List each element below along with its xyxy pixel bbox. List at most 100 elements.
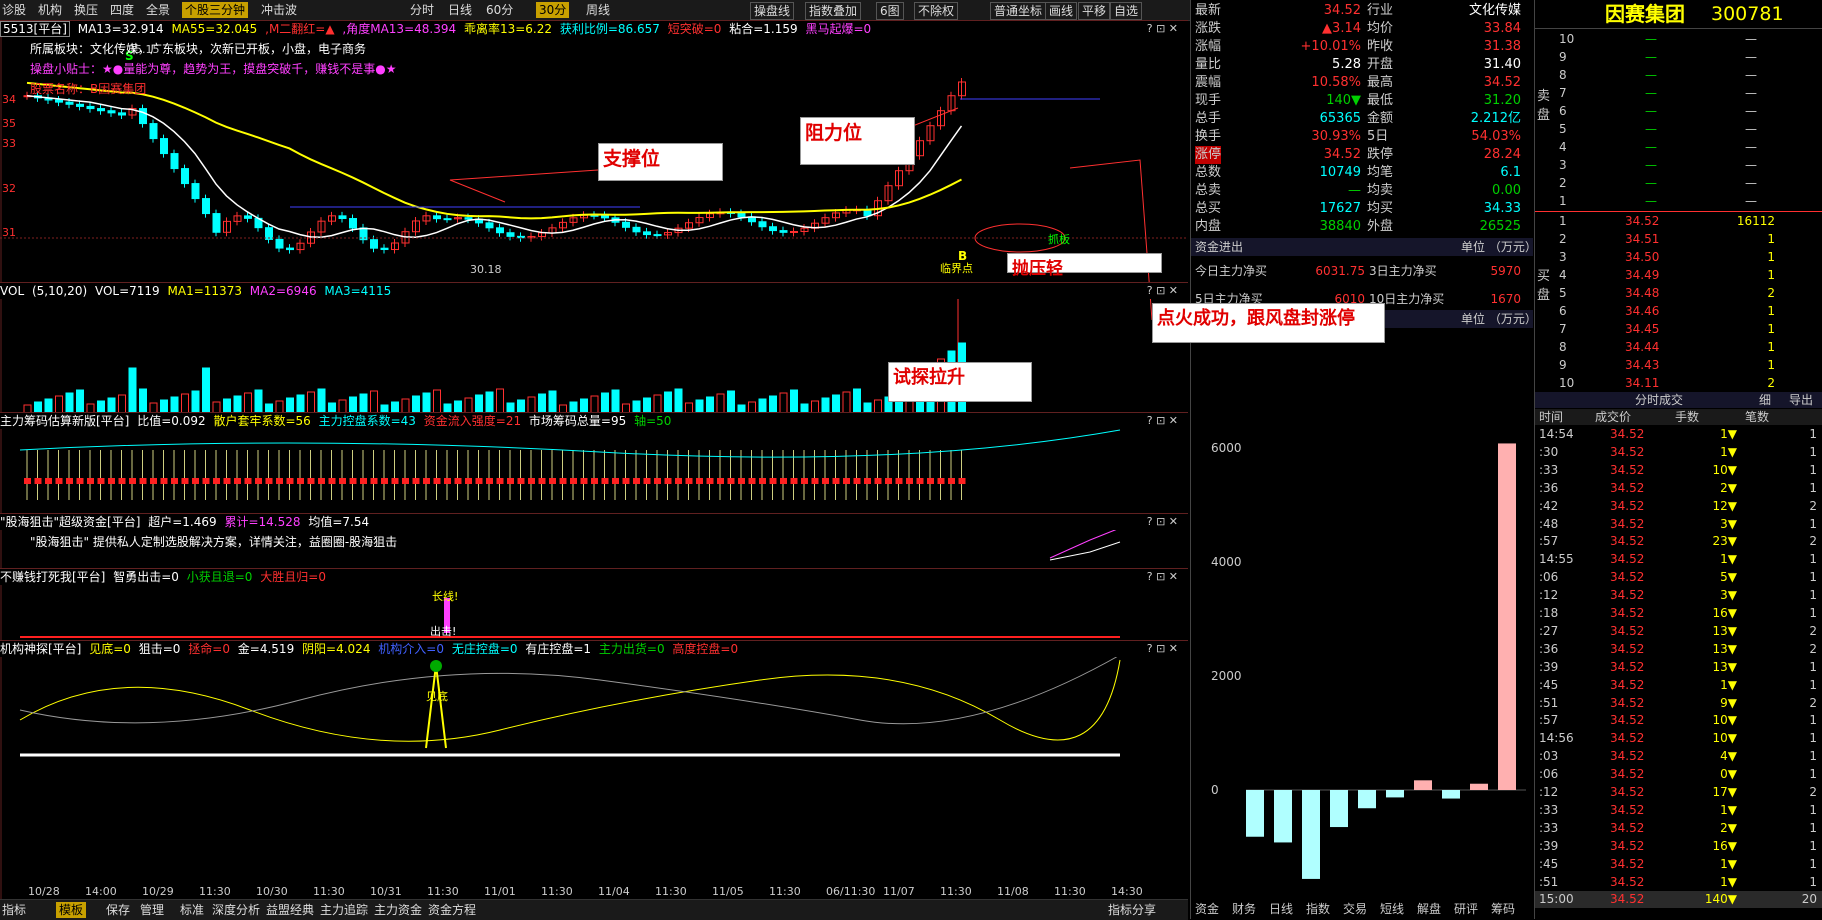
hunt-name[interactable]: "股海狙击"超级资金[平台] — [0, 515, 140, 529]
trade-price: 34.52 — [1610, 677, 1645, 692]
trade-row: :33 34.52 10▼ 1 — [1535, 462, 1822, 479]
nolose-panel-controls[interactable]: ? ⊡ ✕ — [1147, 569, 1178, 585]
quote-label-8: 涨停 — [1195, 146, 1222, 164]
chip-block — [465, 478, 472, 484]
quote-tab-7[interactable]: 研评 — [1454, 900, 1478, 918]
menu-item-6[interactable]: 冲击波 — [261, 2, 297, 18]
chip-block — [412, 478, 420, 484]
sell-price: — — [1645, 122, 1657, 136]
trade-count: 1 — [1809, 874, 1817, 889]
menu-item-0[interactable]: 诊股 — [2, 2, 26, 18]
quote-label2-10: 均卖 — [1367, 183, 1394, 198]
menu-item-4[interactable]: 全景 — [146, 2, 170, 18]
trade-price: 34.52 — [1610, 731, 1645, 746]
tool-button-4[interactable]: 普通坐标 — [990, 2, 1047, 20]
volume-bar — [359, 393, 368, 414]
nolose-name[interactable]: 不赚钱打死我[平台] — [0, 570, 105, 584]
volume-bar — [548, 390, 557, 414]
tool-button-6[interactable]: 平移 — [1078, 2, 1111, 20]
menu-item-1[interactable]: 机构 — [38, 2, 62, 18]
bottom-tab-3[interactable]: 管理 — [140, 902, 164, 918]
chip-block — [24, 478, 31, 484]
menu-item-5[interactable]: 个股三分钟 — [182, 2, 249, 18]
fund-flow-title: 资金进出 — [1195, 240, 1244, 254]
bottom-tab-2[interactable]: 保存 — [106, 902, 130, 918]
bottom-tab-4[interactable]: 标准 — [180, 902, 204, 918]
period-tab-1[interactable]: 日线 — [448, 2, 472, 18]
quote-tab-1[interactable]: 财务 — [1232, 900, 1256, 918]
candle-body — [349, 218, 357, 229]
trade-row: :12 34.52 17▼ 2 — [1535, 784, 1822, 801]
quote-tab-5[interactable]: 短线 — [1380, 900, 1404, 918]
chip-block — [874, 478, 882, 484]
chip-block — [738, 478, 745, 484]
hist-bar — [1498, 443, 1516, 790]
tool-button-1[interactable]: 指数叠加 — [805, 2, 862, 20]
buy-row: 9 34.43 1 — [1535, 356, 1822, 374]
bottom-tab-5[interactable]: 深度分析 — [212, 902, 260, 918]
bottom-tab-9[interactable]: 资金方程 — [428, 902, 476, 918]
inst-panel-controls[interactable]: ? ⊡ ✕ — [1147, 641, 1178, 657]
chip-block — [748, 478, 756, 484]
chip-block — [360, 478, 367, 484]
period-tab-0[interactable]: 分时 — [410, 2, 434, 18]
main-panel-header: 5513[平台] MA13=32.914 MA55=32.045 ,M二翻红=▲… — [0, 20, 1188, 37]
inst-item-5: 机构介入=0 — [378, 642, 444, 656]
volume-bar — [538, 393, 546, 414]
chip-block — [580, 478, 588, 484]
quote-label-4: 震幅 — [1195, 75, 1222, 90]
trade-price: 34.52 — [1610, 552, 1645, 567]
bottom-tab-10[interactable]: 指标分享 — [1108, 902, 1156, 918]
inst-name[interactable]: 机构神探[平台] — [0, 642, 81, 656]
volume-bar — [758, 398, 767, 414]
quote-tab-0[interactable]: 资金 — [1195, 900, 1219, 918]
bottom-tab-8[interactable]: 主力资金 — [374, 902, 422, 918]
tool-button-7[interactable]: 自选 — [1110, 2, 1143, 20]
stock-code-selector[interactable]: 5513[平台] — [0, 21, 70, 37]
panel-controls[interactable]: ? ⊡ ✕ — [1147, 21, 1178, 37]
hunt-panel-controls[interactable]: ? ⊡ ✕ — [1147, 514, 1178, 530]
hunt-item-2: 均值=7.54 — [308, 515, 370, 529]
trades-col-1: 成交价 — [1595, 410, 1632, 424]
tool-button-5[interactable]: 画线 — [1045, 2, 1078, 20]
chip-block — [727, 478, 735, 484]
volume-bar — [842, 391, 851, 414]
kline-chart-svg[interactable]: 343332313530.1835.15SB临界点抓板10/28 14:00 10/… — [0, 20, 1188, 900]
trades-detail-button[interactable]: 细 — [1759, 392, 1771, 408]
chip-panel-controls[interactable]: ? ⊡ ✕ — [1147, 413, 1178, 429]
x-axis-label: 06/11:30 — [826, 885, 875, 898]
bottom-tab-6[interactable]: 益盟经典 — [266, 902, 314, 918]
quote-tab-8[interactable]: 筹码 — [1491, 900, 1515, 918]
quote-tab-3[interactable]: 指数 — [1306, 900, 1330, 918]
tool-button-2[interactable]: 6图 — [876, 2, 904, 20]
fund-flow-unit: 单位 （万元） — [1461, 240, 1537, 254]
tool-button-3[interactable]: 不除权 — [914, 2, 959, 20]
sell-row: 4 — — — [1535, 138, 1822, 156]
chip-item-5: 轴=50 — [634, 414, 672, 428]
tool-button-0[interactable]: 操盘线 — [750, 2, 795, 20]
bottom-tab-1[interactable]: 模板 — [56, 902, 87, 918]
menu-item-2[interactable]: 换压 — [74, 2, 98, 18]
vol-name[interactable]: VOL — [0, 284, 24, 298]
quote-tab-4[interactable]: 交易 — [1343, 900, 1367, 918]
trade-row: :36 34.52 2▼ 1 — [1535, 480, 1822, 497]
quote-tab-6[interactable]: 解盘 — [1417, 900, 1441, 918]
period-tab-3[interactable]: 30分 — [536, 2, 570, 18]
chip-block — [297, 478, 304, 484]
bottom-tab-7[interactable]: 主力追踪 — [320, 902, 368, 918]
ma13-value: MA13=32.914 — [77, 22, 164, 36]
vol-panel-controls[interactable]: ? ⊡ ✕ — [1147, 283, 1178, 299]
period-tab-4[interactable]: 周线 — [586, 2, 610, 18]
trades-export-button[interactable]: 导出 — [1789, 392, 1813, 408]
trade-count: 2 — [1809, 534, 1817, 549]
period-tab-2[interactable]: 60分 — [486, 2, 513, 18]
bottom-tab-0[interactable]: 指标 — [2, 902, 26, 918]
menu-item-3[interactable]: 四度 — [110, 2, 134, 18]
sell-volume: — — [1745, 194, 1757, 208]
quote-tab-2[interactable]: 日线 — [1269, 900, 1293, 918]
price-axis-label: 34 — [2, 93, 16, 106]
trade-count: 1 — [1809, 480, 1817, 495]
hist-tick-label: 4000 — [1211, 555, 1242, 569]
sell-level: 2 — [1559, 176, 1567, 190]
chip-name[interactable]: 主力筹码估算新版[平台] — [0, 414, 129, 428]
